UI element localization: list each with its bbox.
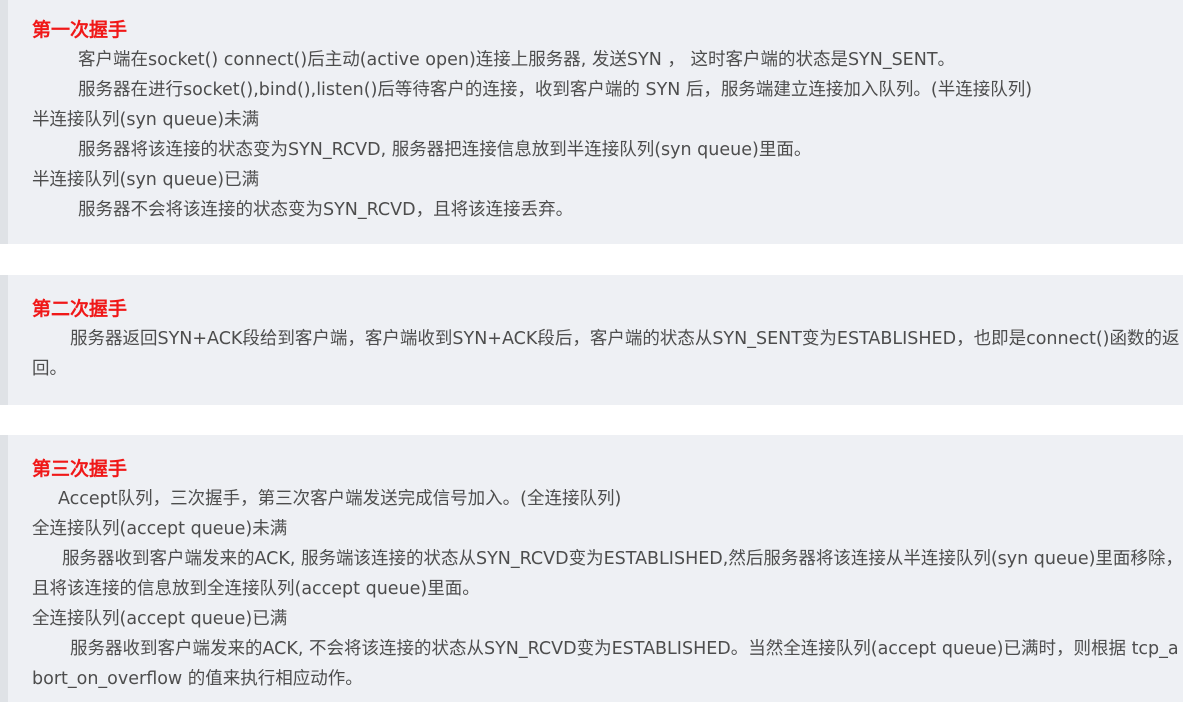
- syn-queue-full-title: 半连接队列(syn queue)已满: [32, 170, 260, 190]
- accept-queue-not-full-text: 服务器收到客户端发来的ACK, 服务端该连接的状态从SYN_RCVD变为ESTA…: [32, 549, 1183, 599]
- second-handshake-heading: 第二次握手: [32, 298, 128, 320]
- accept-queue-not-full-title: 全连接队列(accept queue)未满: [32, 519, 288, 539]
- third-handshake-section: 第三次握手 Accept队列，三次握手，第三次客户端发送完成信号加入。(全连接队…: [0, 435, 1183, 702]
- first-handshake-server-text: 服务器在进行socket(),bind(),listen()后等待客户的连接，收…: [78, 80, 1033, 100]
- third-handshake-accept-text: Accept队列，三次握手，第三次客户端发送完成信号加入。(全连接队列): [58, 489, 622, 509]
- third-handshake-heading: 第三次握手: [32, 458, 128, 480]
- first-handshake-heading: 第一次握手: [32, 19, 128, 41]
- second-handshake-text: 服务器返回SYN+ACK段给到客户端，客户端收到SYN+ACK段后，客户端的状态…: [32, 329, 1180, 379]
- first-handshake-section: 第一次握手 客户端在socket() connect()后主动(active o…: [0, 0, 1183, 244]
- second-handshake-section: 第二次握手 服务器返回SYN+ACK段给到客户端，客户端收到SYN+ACK段后，…: [0, 275, 1183, 405]
- syn-queue-not-full-text: 服务器将该连接的状态变为SYN_RCVD, 服务器把连接信息放到半连接队列(sy…: [78, 140, 812, 160]
- syn-queue-not-full-title: 半连接队列(syn queue)未满: [32, 110, 260, 130]
- syn-queue-full-text: 服务器不会将该连接的状态变为SYN_RCVD，且将该连接丢弃。: [78, 200, 574, 220]
- accept-queue-full-text: 服务器收到客户端发来的ACK, 不会将该连接的状态从SYN_RCVD变为ESTA…: [32, 639, 1179, 689]
- first-handshake-client-text: 客户端在socket() connect()后主动(active open)连接…: [78, 50, 956, 70]
- accept-queue-full-title: 全连接队列(accept queue)已满: [32, 609, 288, 629]
